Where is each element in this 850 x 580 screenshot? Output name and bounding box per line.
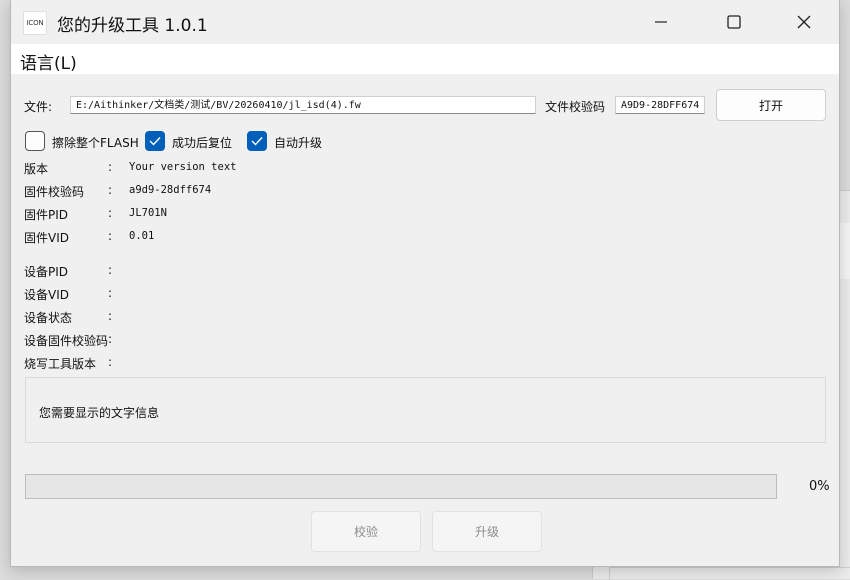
minimize-icon: [655, 21, 667, 23]
separator: :: [108, 286, 113, 300]
separator: :: [108, 355, 113, 369]
separator: :: [108, 263, 113, 277]
firmware-version-label: 版本: [24, 162, 49, 176]
main-window: ICON 您的升级工具 1.0.1 语言(L) 文件: E:/Aithinker…: [10, 0, 840, 567]
checkmark-icon: [251, 137, 263, 146]
device-vid-label: 设备VID: [24, 288, 69, 302]
separator: :: [108, 206, 113, 220]
maximize-button[interactable]: [699, 0, 769, 44]
device-pid-label: 设备PID: [24, 265, 69, 279]
erase-flash-checkbox[interactable]: [25, 131, 45, 151]
firmware-vid-value: 0.01: [129, 230, 155, 242]
separator: :: [108, 309, 113, 323]
verify-button[interactable]: 校验: [311, 511, 421, 552]
auto-upgrade-label: 自动升级: [274, 136, 323, 150]
firmware-pid-label: 固件PID: [24, 208, 69, 222]
checkmark-icon: [149, 137, 161, 146]
separator: :: [108, 160, 113, 174]
firmware-version-value: Your version text: [129, 161, 237, 173]
erase-flash-label: 擦除整个FLASH: [52, 136, 139, 150]
minimize-button[interactable]: [626, 0, 696, 44]
menu-language[interactable]: 语言(L): [20, 49, 77, 74]
close-icon: [797, 15, 811, 29]
close-button[interactable]: [769, 0, 839, 44]
background-panel: [609, 567, 850, 580]
maximize-icon: [727, 15, 741, 29]
separator: :: [108, 332, 113, 346]
file-checksum-field[interactable]: A9D9-28DFF674: [615, 96, 705, 114]
reset-after-success-checkbox[interactable]: [145, 131, 165, 151]
message-panel: 您需要显示的文字信息: [25, 377, 826, 443]
firmware-checksum-label: 固件校验码: [24, 185, 85, 199]
file-checksum-label: 文件校验码: [545, 100, 606, 114]
separator: :: [108, 229, 113, 243]
file-path-field[interactable]: E:/Aithinker/文档类/测试/BV/20260410/jl_isd(4…: [70, 96, 536, 114]
device-status-label: 设备状态: [24, 311, 73, 325]
window-title: 您的升级工具 1.0.1: [57, 16, 208, 36]
menu-bar: 语言(L): [11, 44, 839, 74]
open-button[interactable]: 打开: [716, 89, 826, 121]
message-text: 您需要显示的文字信息: [39, 406, 160, 420]
progress-text: 0%: [809, 479, 830, 494]
device-checksum-label: 设备固件校验码: [24, 334, 109, 348]
file-label: 文件:: [24, 100, 53, 114]
separator: :: [108, 183, 113, 197]
firmware-checksum-value: a9d9-28dff674: [129, 184, 212, 196]
firmware-pid-value: JL701N: [129, 207, 167, 219]
reset-after-success-label: 成功后复位: [172, 136, 233, 150]
firmware-vid-label: 固件VID: [24, 231, 69, 245]
upgrade-button[interactable]: 升级: [432, 511, 542, 552]
auto-upgrade-checkbox[interactable]: [247, 131, 267, 151]
app-icon: ICON: [23, 11, 47, 35]
progress-bar: [25, 474, 777, 499]
title-bar: ICON 您的升级工具 1.0.1: [11, 0, 839, 44]
tool-version-label: 烧写工具版本: [24, 357, 97, 371]
